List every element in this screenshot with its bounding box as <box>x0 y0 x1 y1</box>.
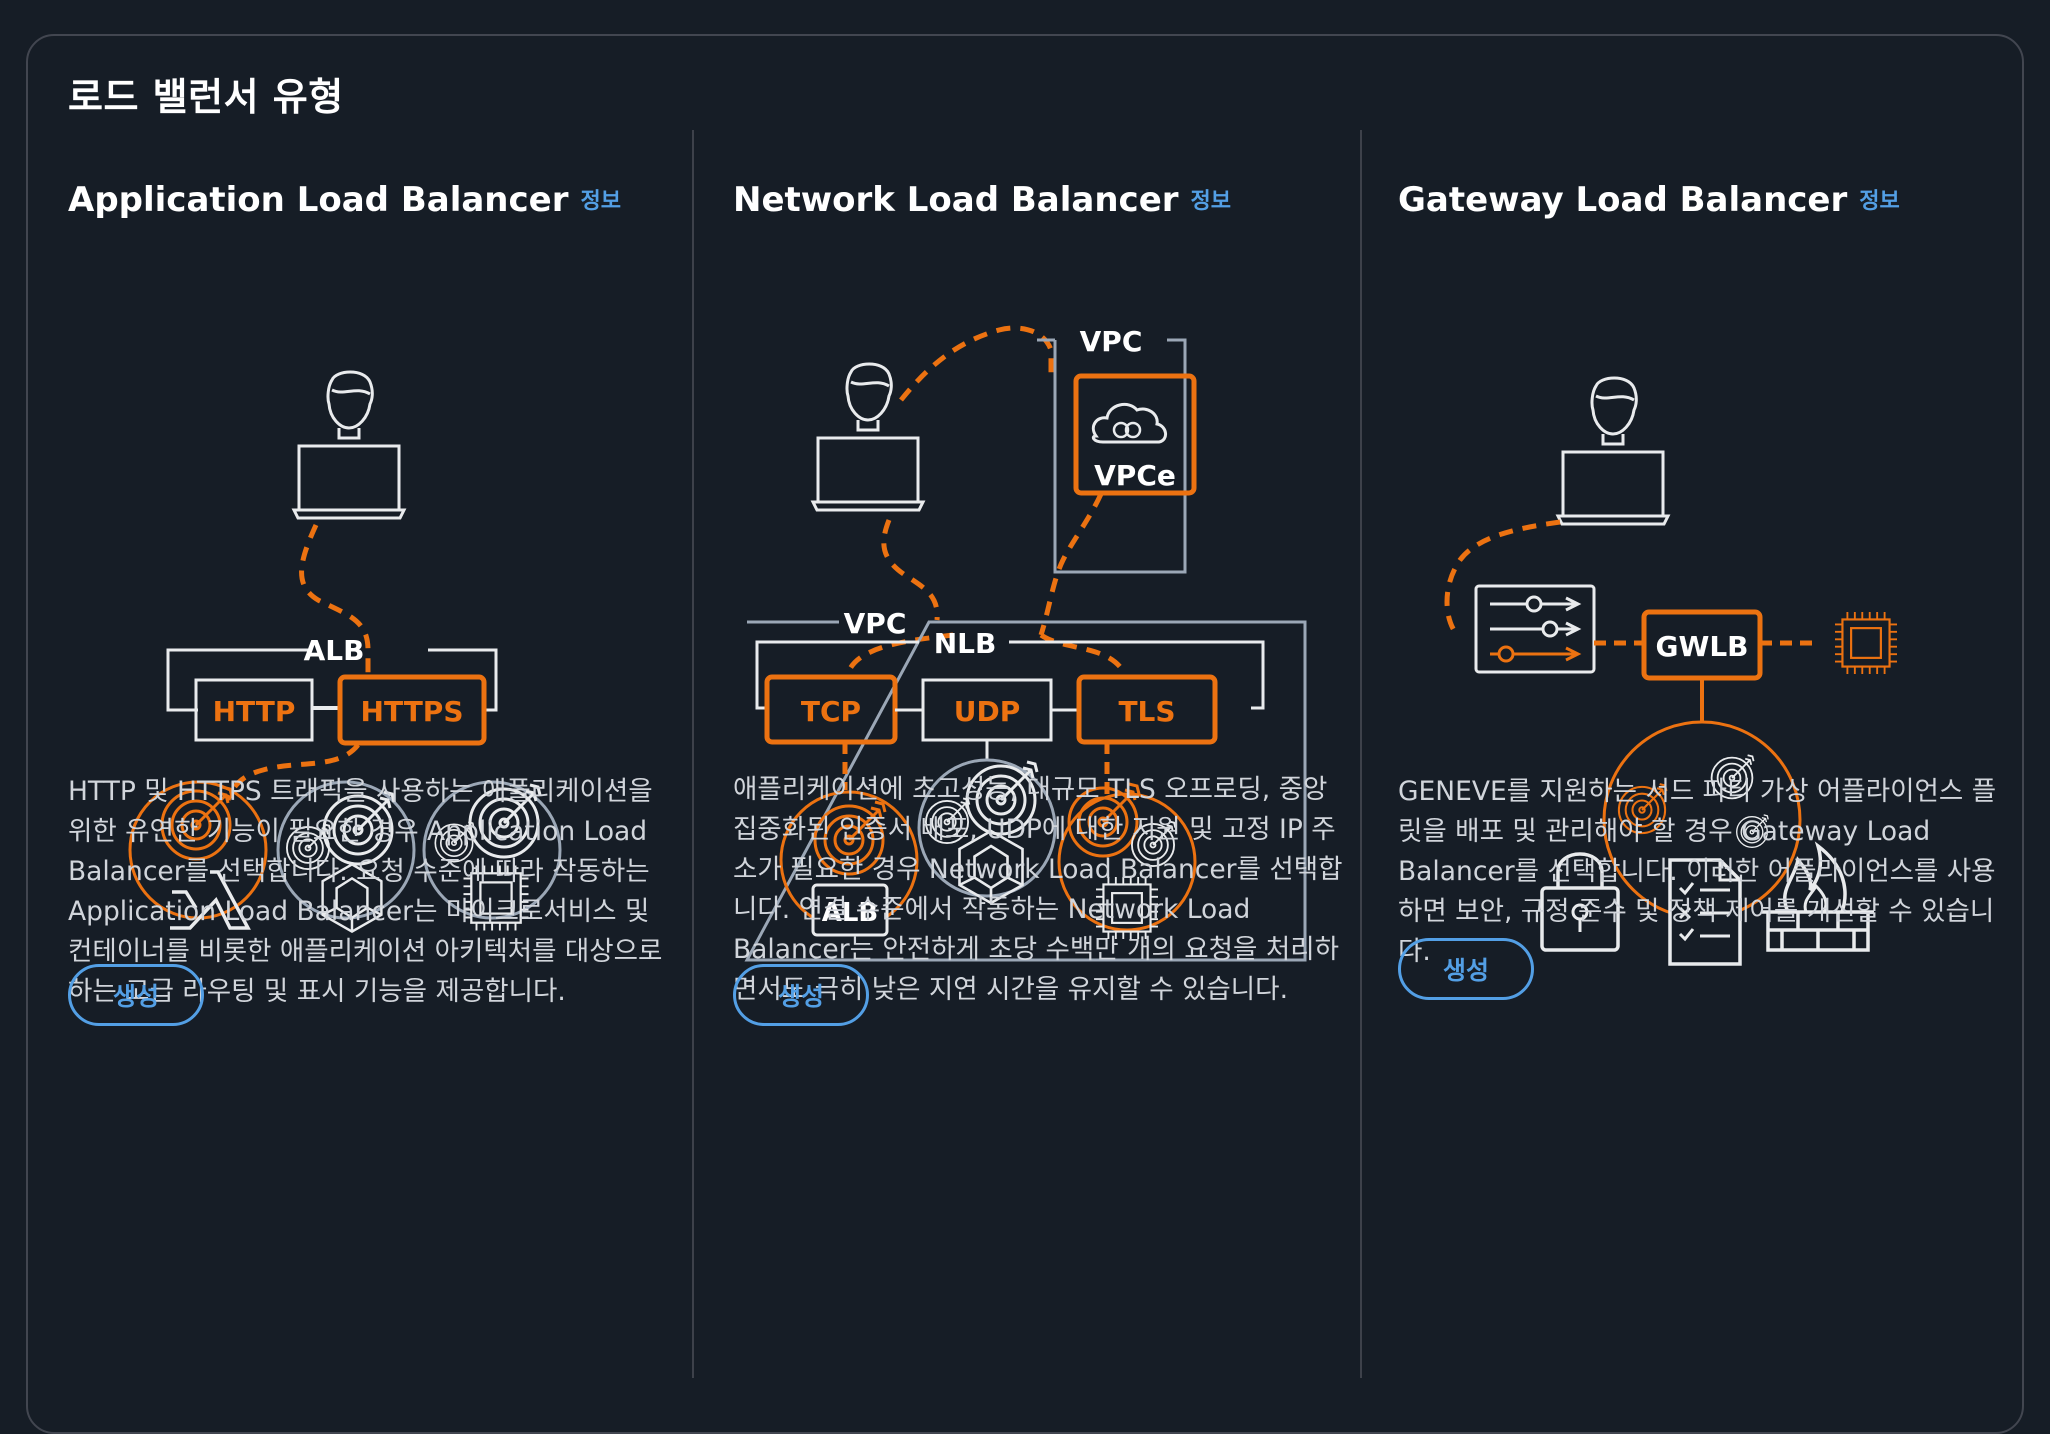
nlb-group-label: NLB <box>934 627 997 660</box>
vpc-label: VPC <box>1080 325 1143 358</box>
http-listener-label: HTTP <box>213 695 296 728</box>
tcp-listener-label: TCP <box>801 695 861 728</box>
https-listener-label: HTTPS <box>361 695 464 728</box>
user-laptop-icon <box>292 370 406 520</box>
gateway-load-balancer-card: Gateway Load Balancer 정보 GWLB GENEVE를 지원… <box>1398 130 2050 1378</box>
user-laptop-icon <box>1556 376 1670 526</box>
card-title-text: Network Load Balancer <box>733 180 1179 220</box>
create-gwlb-button[interactable]: 생성 <box>1398 938 1534 1000</box>
vpce-label: VPCe <box>1094 459 1176 492</box>
gwlb-label: GWLB <box>1655 630 1748 663</box>
info-link[interactable]: 정보 <box>1191 189 1231 214</box>
card-title-alb: Application Load Balancer 정보 <box>68 180 621 220</box>
udp-listener-label: UDP <box>954 695 1021 728</box>
card-title-nlb: Network Load Balancer 정보 <box>733 180 1231 220</box>
alb-group-label: ALB <box>304 634 365 667</box>
network-load-balancer-card: Network Load Balancer 정보 VPC VPCe VPC NLB… <box>733 130 1399 1378</box>
card-title-gwlb: Gateway Load Balancer 정보 <box>1398 180 1900 220</box>
user-laptop-icon <box>811 362 925 512</box>
card-title-text: Application Load Balancer <box>68 180 569 220</box>
card-title-text: Gateway Load Balancer <box>1398 180 1848 220</box>
panel-title: 로드 밸런서 유형 <box>68 75 344 119</box>
tls-listener-label: TLS <box>1118 695 1175 728</box>
info-link[interactable]: 정보 <box>1859 189 1899 214</box>
create-alb-button[interactable]: 생성 <box>68 964 204 1026</box>
outer-vpc-label: VPC <box>844 607 907 640</box>
info-link[interactable]: 정보 <box>581 189 621 214</box>
chip-icon <box>1833 610 1899 676</box>
application-load-balancer-card: Application Load Balancer 정보 ALB HTTP HTT… <box>68 130 734 1378</box>
create-nlb-button[interactable]: 생성 <box>733 964 869 1026</box>
